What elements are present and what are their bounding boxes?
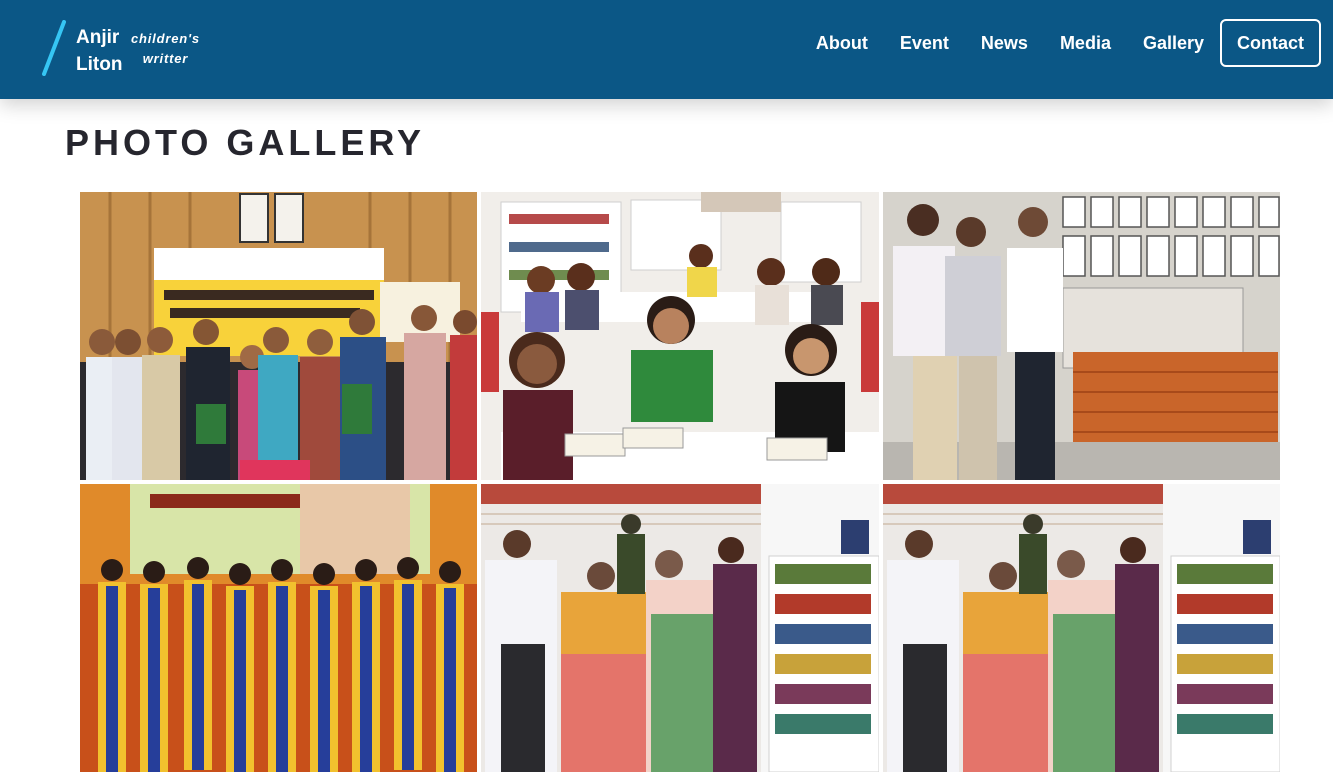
gallery-photo-museum-visit[interactable] [883,192,1280,480]
top-navbar: Anjir Liton children's writter About Eve… [0,0,1333,99]
library-visit-image-2 [883,484,1280,772]
children-library-image [481,192,879,480]
brand-name-first: Anjir [76,27,120,48]
library-visit-image [481,484,879,772]
mou-signing-image [80,192,477,480]
brand-name[interactable]: Anjir Liton [76,24,122,78]
gallery-photo-stage-performance[interactable] [80,484,477,772]
brand-tagline-line1: children's [131,31,200,46]
stage-performance-image [80,484,477,772]
brand-tagline-line2: writter [142,51,189,66]
photo-gallery-grid [80,192,1280,772]
gallery-photo-library-visit[interactable] [481,484,879,772]
nav-about[interactable]: About [816,33,868,54]
page-title: PHOTO GALLERY [65,122,426,163]
nav-news[interactable]: News [981,33,1028,54]
nav-gallery[interactable]: Gallery [1143,33,1204,54]
gallery-photo-mou-signing[interactable] [80,192,477,480]
gallery-photo-children-library[interactable] [481,192,879,480]
brand-name-last: Liton [76,54,123,75]
logo-slash-icon [42,20,66,76]
brand-tagline: children's writter [131,29,200,69]
gallery-photo-library-visit-2[interactable] [883,484,1280,772]
nav-media[interactable]: Media [1060,33,1111,54]
museum-visit-image [883,192,1280,480]
contact-button[interactable]: Contact [1220,19,1321,67]
nav-links: About Event News Media Gallery Contact [800,19,1321,67]
nav-event[interactable]: Event [900,33,949,54]
